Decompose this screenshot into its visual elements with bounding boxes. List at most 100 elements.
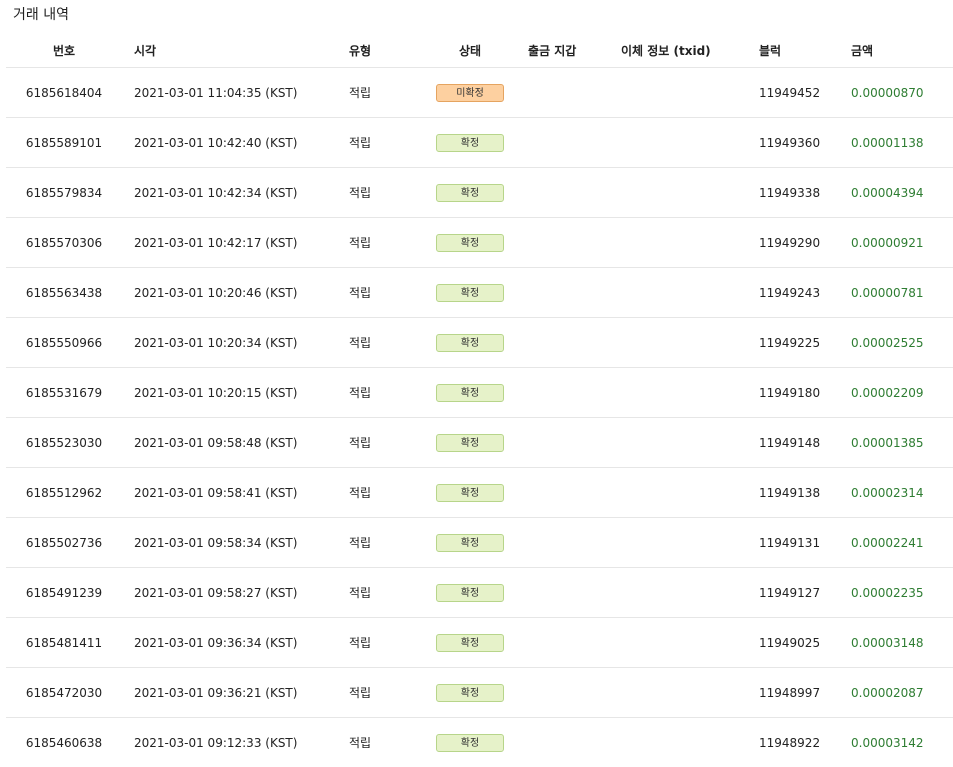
status-badge: 확정 xyxy=(436,634,504,652)
status-badge: 확정 xyxy=(436,484,504,502)
table-row[interactable]: 61855703062021-03-01 10:42:17 (KST)적립확정1… xyxy=(6,218,953,268)
column-header-number[interactable]: 번호 xyxy=(6,33,122,68)
cell-amount: 0.00000781 xyxy=(851,268,953,318)
transaction-table: 번호 시각 유형 상태 출금 지갑 이체 정보 (txid) 블럭 금액 618… xyxy=(6,33,953,767)
cell-amount: 0.00003142 xyxy=(851,718,953,767)
cell-type: 적립 xyxy=(349,668,412,718)
cell-txid xyxy=(621,68,759,118)
cell-status: 확정 xyxy=(412,118,528,168)
cell-withdrawal-wallet xyxy=(528,618,621,668)
cell-type: 적립 xyxy=(349,718,412,767)
cell-txid xyxy=(621,668,759,718)
cell-number: 6185550966 xyxy=(6,318,122,368)
table-row[interactable]: 61855634382021-03-01 10:20:46 (KST)적립확정1… xyxy=(6,268,953,318)
cell-txid xyxy=(621,718,759,767)
column-header-txid[interactable]: 이체 정보 (txid) xyxy=(621,33,759,68)
cell-status: 확정 xyxy=(412,368,528,418)
table-header: 번호 시각 유형 상태 출금 지갑 이체 정보 (txid) 블럭 금액 xyxy=(6,33,953,68)
table-row[interactable]: 61855509662021-03-01 10:20:34 (KST)적립 확정 1… xyxy=(6,318,953,368)
table-row[interactable]: 61855316792021-03-01 10:20:15 (KST)적립확정1… xyxy=(6,368,953,418)
cell-status: 확정 xyxy=(412,468,528,518)
cell-block: 11948922 xyxy=(759,718,851,767)
column-header-amount[interactable]: 금액 xyxy=(851,33,953,68)
cell-amount: 0.00002235 xyxy=(851,568,953,618)
cell-amount: 0.00002241 xyxy=(851,518,953,568)
cell-type: 적립 xyxy=(349,118,412,168)
cell-block: 11949131 xyxy=(759,518,851,568)
cell-amount: 0.00003148 xyxy=(851,618,953,668)
cell-withdrawal-wallet xyxy=(528,568,621,618)
cell-type: 적립 xyxy=(349,168,412,218)
cell-number: 6185460638 xyxy=(6,718,122,767)
cell-withdrawal-wallet xyxy=(528,418,621,468)
cell-time: 2021-03-01 09:58:48 (KST) xyxy=(122,418,349,468)
column-header-withdrawal-wallet[interactable]: 출금 지갑 xyxy=(528,33,621,68)
cell-block: 11949360 xyxy=(759,118,851,168)
cell-withdrawal-wallet xyxy=(528,118,621,168)
cell-txid xyxy=(621,168,759,218)
cell-type: 적립 xyxy=(349,218,412,268)
cell-block: 11949290 xyxy=(759,218,851,268)
table-row[interactable]: 61854720302021-03-01 09:36:21 (KST)적립확정1… xyxy=(6,668,953,718)
status-badge: 확정 xyxy=(436,734,504,752)
column-header-type[interactable]: 유형 xyxy=(349,33,412,68)
table-row[interactable]: 61854606382021-03-01 09:12:33 (KST)적립확정1… xyxy=(6,718,953,767)
status-badge: 확정 xyxy=(436,334,504,352)
cell-withdrawal-wallet xyxy=(528,518,621,568)
cell-number: 6185579834 xyxy=(6,168,122,218)
cell-time: 2021-03-01 10:20:34 (KST) xyxy=(122,318,349,368)
cell-block: 11949225 xyxy=(759,318,851,368)
cell-withdrawal-wallet xyxy=(528,218,621,268)
cell-number: 6185491239 xyxy=(6,568,122,618)
cell-withdrawal-wallet xyxy=(528,718,621,767)
cell-number: 6185502736 xyxy=(6,518,122,568)
cell-block: 11949025 xyxy=(759,618,851,668)
table-row[interactable]: 61855027362021-03-01 09:58:34 (KST)적립 확정 1… xyxy=(6,518,953,568)
table-row[interactable]: 61855891012021-03-01 10:42:40 (KST)적립확정1… xyxy=(6,118,953,168)
column-header-block[interactable]: 블럭 xyxy=(759,33,851,68)
table-row[interactable]: 61855230302021-03-01 09:58:48 (KST)적립확정1… xyxy=(6,418,953,468)
table-row[interactable]: 61854912392021-03-01 09:58:27 (KST)적립확정1… xyxy=(6,568,953,618)
cell-status: 확정 xyxy=(412,518,528,568)
status-badge: 확정 xyxy=(436,534,504,552)
cell-txid xyxy=(621,568,759,618)
cell-time: 2021-03-01 09:58:34 (KST) xyxy=(122,518,349,568)
cell-block: 11949138 xyxy=(759,468,851,518)
cell-txid xyxy=(621,318,759,368)
cell-block: 11949243 xyxy=(759,268,851,318)
status-badge: 확정 xyxy=(436,284,504,302)
cell-block: 11949180 xyxy=(759,368,851,418)
cell-withdrawal-wallet xyxy=(528,268,621,318)
cell-amount: 0.00001385 xyxy=(851,418,953,468)
cell-amount: 0.00002314 xyxy=(851,468,953,518)
cell-time: 2021-03-01 10:20:46 (KST) xyxy=(122,268,349,318)
cell-block: 11948997 xyxy=(759,668,851,718)
column-header-status[interactable]: 상태 xyxy=(412,33,528,68)
cell-txid xyxy=(621,368,759,418)
status-badge: 확정 xyxy=(436,384,504,402)
table-row[interactable]: 61855129622021-03-01 09:58:41 (KST)적립확정1… xyxy=(6,468,953,518)
cell-time: 2021-03-01 10:42:34 (KST) xyxy=(122,168,349,218)
cell-status: 확정 xyxy=(412,318,528,368)
cell-number: 6185563438 xyxy=(6,268,122,318)
cell-status: 확정 xyxy=(412,618,528,668)
cell-status: 확정 xyxy=(412,718,528,767)
table-row[interactable]: 61856184042021-03-01 11:04:35 (KST)적립미확정… xyxy=(6,68,953,118)
cell-status: 확정 xyxy=(412,568,528,618)
table-row[interactable]: 61855798342021-03-01 10:42:34 (KST)적립 확정 1… xyxy=(6,168,953,218)
column-header-time[interactable]: 시각 xyxy=(122,33,349,68)
cell-type: 적립 xyxy=(349,518,412,568)
cell-type: 적립 xyxy=(349,318,412,368)
cell-txid xyxy=(621,218,759,268)
status-badge: 확정 xyxy=(436,434,504,452)
cell-amount: 0.00002087 xyxy=(851,668,953,718)
cell-block: 11949338 xyxy=(759,168,851,218)
status-badge: 확정 xyxy=(436,184,504,202)
cell-withdrawal-wallet xyxy=(528,668,621,718)
table-row[interactable]: 61854814112021-03-01 09:36:34 (KST)적립확정1… xyxy=(6,618,953,668)
status-badge: 확정 xyxy=(436,134,504,152)
cell-type: 적립 xyxy=(349,418,412,468)
cell-time: 2021-03-01 09:58:27 (KST) xyxy=(122,568,349,618)
cell-txid xyxy=(621,418,759,468)
cell-status: 확정 xyxy=(412,668,528,718)
